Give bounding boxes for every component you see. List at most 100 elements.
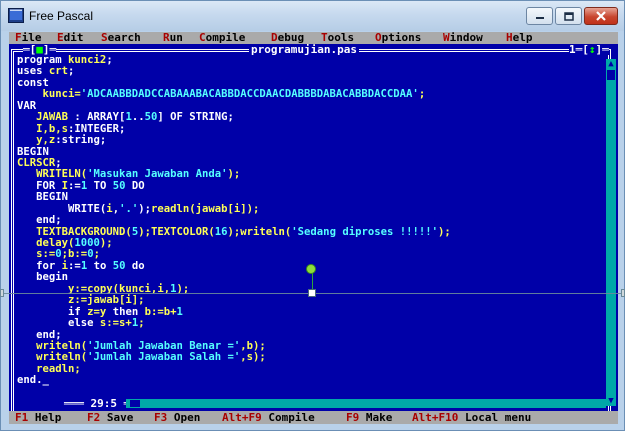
menu-hotkey: R [163,32,170,44]
status-label: Open [167,411,201,424]
status-label: Make [359,411,393,424]
code-token: ; [93,248,100,261]
status-save[interactable]: F2 Save [87,411,133,424]
code-line: writeln('Jumlah Jawaban Salah =',s); [17,352,607,363]
maximize-button[interactable] [555,7,582,25]
code-token: 'Jumlah Jawaban Salah =' [87,351,241,364]
cursor-position-prefix: ═══ [64,397,91,410]
code-token: readln(jawab[i]); [150,202,260,215]
status-label: Help [28,411,62,424]
code-token: ); [438,225,451,238]
vertical-scroll-thumb[interactable] [607,70,615,80]
code-token: kunci= [17,88,81,101]
code-token: const [17,76,49,89]
code-token: 50 [144,111,158,124]
menu-compile[interactable]: Compile [199,32,245,44]
horizontal-scrollbar[interactable] [126,399,606,408]
code-token: ,b); [240,339,266,352]
code-line: kunci='ADCAABBDADCCABAAABACABBDACCDAACDA… [17,89,607,100]
scroll-up-icon[interactable]: ▲ [606,59,616,69]
status-label: Local menu [458,411,532,424]
code-token: );writeln( [227,225,292,238]
menu-run[interactable]: Run [163,32,183,44]
status-key: F3 [154,411,168,424]
code-token: delay( [17,237,75,249]
code-token: VAR [17,99,37,112]
close-icon [596,11,606,21]
horizontal-scroll-thumb[interactable] [130,400,140,407]
menu-help[interactable]: Help [506,32,533,44]
code-token: 'Jumlah Jawaban Benar =' [87,339,241,352]
code-token: writeln( [17,351,88,364]
code-token: ); [138,202,151,215]
code-line: uses crt; [17,66,607,77]
code-token: JAWAB [17,111,75,124]
resize-handle-right[interactable] [621,289,625,297]
code-token: ; [418,88,426,101]
menu-hotkey: W [443,32,450,44]
code-token: ; [68,65,75,78]
code-token: ,s); [240,351,266,364]
status-local-menu[interactable]: Alt+F10 Local menu [412,411,531,424]
status-help[interactable]: F1 Help [15,411,61,424]
code-token: 'Sedang diproses !!!!!' [291,225,438,238]
status-make[interactable]: F9 Make [346,411,392,424]
status-compile[interactable]: Alt+F9 Compile [222,411,315,424]
code-token: s:=s+ [99,317,132,330]
menu-edit[interactable]: Edit [57,32,84,44]
resize-handle-left[interactable] [0,289,4,297]
close-button[interactable] [584,7,618,25]
menu-options[interactable]: Options [375,32,421,44]
status-open[interactable]: F3 Open [154,411,200,424]
code-token: WRITELN( [17,168,88,181]
code-token: : ARRAY[ [74,111,126,124]
status-key: Alt+F10 [412,411,459,424]
resize-handle[interactable] [308,289,316,297]
menu-label: elp [512,32,533,44]
menu-hotkey: O [375,32,382,44]
cursor-position: ═══ 29:5 ═ [64,397,131,410]
code-token: );TEXTCOLOR( [138,225,215,238]
title-bar[interactable]: Free Pascal [1,1,624,31]
code-token: end; [17,328,62,341]
maximize-icon [563,11,574,21]
menu-label: ompile [205,32,246,44]
scroll-down-icon[interactable]: ▼ [606,396,616,406]
minimize-button[interactable] [526,7,553,25]
code-editor[interactable]: program kunci2; uses crt; const kunci='ADC… [17,54,607,387]
code-token: end. [17,374,43,387]
code-line: WRITE(i,'.');readln(jawab[i]); [17,202,607,215]
code-token: then [106,305,145,318]
code-token: ; [55,156,62,169]
vertical-scrollbar[interactable]: ▲ ▼ [606,59,616,406]
code-token: ;b:= [61,248,88,261]
status-label: Save [100,411,134,424]
code-token: z=y [87,305,107,318]
code-token: TO [87,179,113,192]
window-title: Free Pascal [29,9,94,23]
cursor-position-value: 29:5 [90,397,118,410]
code-token: ; [138,317,145,330]
code-token: := [68,179,81,192]
menu-search[interactable]: Search [101,32,141,44]
menu-hotkey: E [57,32,64,44]
status-key: F1 [15,411,29,424]
code-token: uses [17,65,49,78]
code-token: readln; [17,362,81,375]
code-token: I,b,s [17,122,69,135]
menu-hotkey: H [506,32,513,44]
status-label: Compile [261,411,315,424]
code-token: FOR [17,179,62,192]
code-line: end._ [17,375,607,386]
editor-window-number[interactable]: 1═[↕]═ [569,44,609,55]
code-token: 'Masukan Jawaban Anda' [87,168,228,181]
menu-window[interactable]: Window [443,32,483,44]
code-token: end; [17,214,62,227]
code-token: y,z [17,134,56,147]
status-key: F2 [87,411,101,424]
status-key: Alt+F9 [222,411,262,424]
status-bar: F1 Help F2 Save F3 Open Alt+F9 Compile F9 Ma… [9,411,618,424]
code-token: 50 [112,179,126,192]
rotation-handle[interactable] [306,264,316,274]
code-token: 1 [176,305,183,318]
